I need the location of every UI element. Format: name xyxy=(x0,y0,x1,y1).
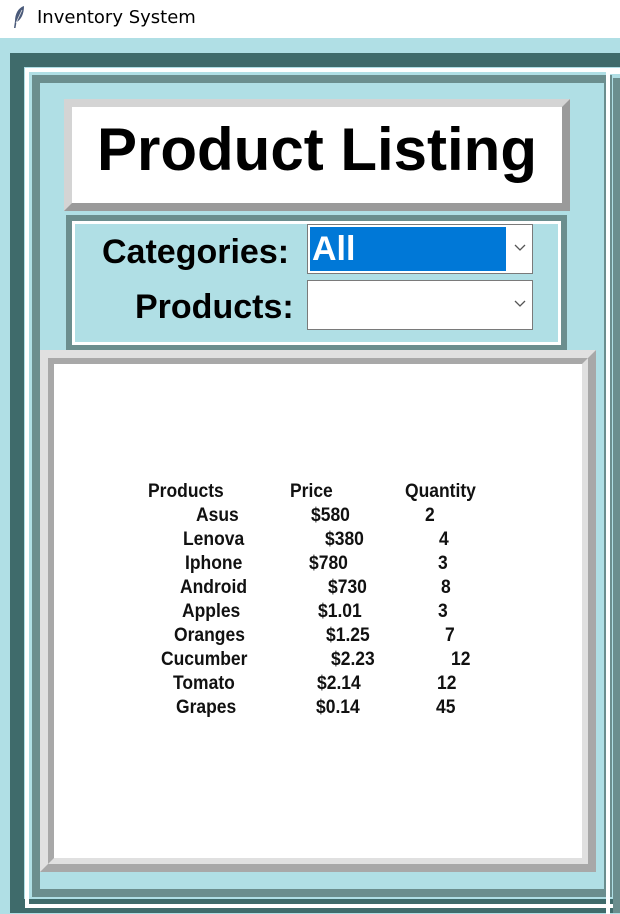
categories-label: Categories: xyxy=(102,233,290,271)
table-row-quantity: 3 xyxy=(438,553,448,574)
column-header-products: Products xyxy=(148,481,224,502)
filter-panel: Categories: All Products: xyxy=(66,215,567,351)
table-row-product: Iphone xyxy=(185,553,243,574)
table-row-price: $1.01 xyxy=(318,601,362,622)
table-row-price: $0.14 xyxy=(316,697,360,718)
table-row-product: Tomato xyxy=(173,673,235,694)
right-panel-edge-inner xyxy=(613,78,620,913)
table-row-price: $780 xyxy=(309,553,348,574)
column-header-quantity: Quantity xyxy=(405,481,476,502)
table-row-product: Apples xyxy=(182,601,241,622)
categories-dropdown[interactable]: All xyxy=(307,224,533,274)
feather-icon xyxy=(14,6,24,28)
chevron-down-icon xyxy=(514,244,526,251)
products-dropdown[interactable] xyxy=(307,280,533,330)
table-row-quantity: 2 xyxy=(425,505,435,526)
table-row-product: Asus xyxy=(196,505,239,526)
table-row-quantity: 7 xyxy=(445,625,455,646)
column-header-price: Price xyxy=(290,481,333,502)
table-row-quantity: 12 xyxy=(437,673,457,694)
product-list-panel: Products Price Quantity Asus $580 2 Leno… xyxy=(40,350,596,872)
table-row-quantity: 3 xyxy=(438,601,448,622)
table-row-product: Grapes xyxy=(176,697,237,718)
table-row-price: $380 xyxy=(325,529,364,550)
table-row-product: Cucumber xyxy=(161,649,248,670)
table-row-quantity: 12 xyxy=(451,649,471,670)
page-title: Product Listing xyxy=(97,116,537,183)
table-row-price: $2.14 xyxy=(317,673,361,694)
table-row-price: $2.23 xyxy=(331,649,375,670)
product-list-area: Products Price Quantity Asus $580 2 Leno… xyxy=(48,358,588,864)
table-row-product: Lenova xyxy=(183,529,245,550)
table-row-price: $580 xyxy=(311,505,350,526)
table-row-quantity: 8 xyxy=(441,577,451,598)
chevron-down-icon xyxy=(514,300,526,307)
table-row-product: Android xyxy=(180,577,248,598)
table-row-quantity: 4 xyxy=(439,529,449,550)
products-label: Products: xyxy=(135,288,294,326)
table-row-price: $730 xyxy=(328,577,367,598)
title-panel: Product Listing xyxy=(64,99,570,211)
table-row-quantity: 45 xyxy=(436,697,456,718)
window-titlebar: Inventory System xyxy=(0,0,620,38)
table-row-product: Oranges xyxy=(174,625,245,646)
window-title: Inventory System xyxy=(37,7,196,28)
table-row-price: $1.25 xyxy=(326,625,370,646)
app-client-area: Product Listing Categories: All Products… xyxy=(0,38,620,914)
categories-selected-value: All xyxy=(310,227,506,271)
